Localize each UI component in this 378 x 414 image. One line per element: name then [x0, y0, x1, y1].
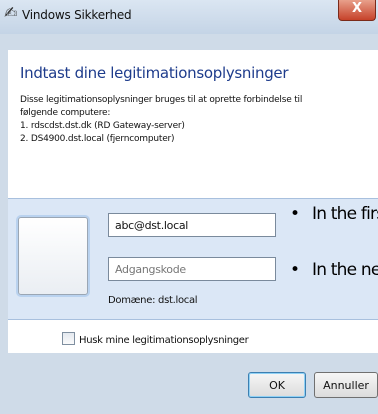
description-line: følgende computere: [20, 108, 111, 118]
overlay-bullet-text: In the first [312, 204, 378, 224]
description-line: 2. DS4900.dst.local (fjerncomputer) [20, 134, 175, 144]
password-input[interactable]: Adgangskode [108, 257, 276, 281]
remember-label: Husk mine legitimationsoplysninger [79, 335, 249, 346]
overlay-bullet-1: • In the first [290, 204, 378, 224]
remember-credentials-checkbox[interactable]: Husk mine legitimationsoplysninger [62, 332, 249, 346]
overlay-bullet-2: • In the nex [290, 260, 378, 280]
description-line: 1. rdscdst.dst.dk (RD Gateway-server) [20, 121, 185, 131]
content-panel: Indtast dine legitimationsoplysninger Di… [8, 50, 378, 353]
bullet-dot: • [290, 260, 300, 280]
domain-label: Domæne: dst.local [108, 295, 198, 306]
description-line: Disse legitimationsoplysninger bruges ti… [20, 95, 303, 105]
overlay-bullet-text: In the nex [312, 260, 378, 280]
ok-button[interactable]: OK [248, 372, 306, 398]
username-input[interactable]: abc@dst.local [108, 213, 276, 237]
description: Disse legitimationsoplysninger bruges ti… [20, 94, 302, 146]
windows-security-icon: ✍ [4, 3, 18, 22]
dialog-heading: Indtast dine legitimationsoplysninger [20, 64, 289, 82]
checkbox-box[interactable] [62, 332, 75, 345]
close-button[interactable]: X [338, 0, 376, 21]
user-tile-image[interactable] [18, 217, 88, 295]
cancel-button[interactable]: Annuller [314, 372, 378, 398]
window-title: Vindows Sikkerhed [22, 8, 132, 22]
bullet-dot: • [290, 204, 300, 224]
title-bar[interactable]: ✍ Vindows Sikkerhed X [0, 0, 378, 34]
security-dialog: ✍ Vindows Sikkerhed X Indtast dine legit… [0, 0, 378, 414]
